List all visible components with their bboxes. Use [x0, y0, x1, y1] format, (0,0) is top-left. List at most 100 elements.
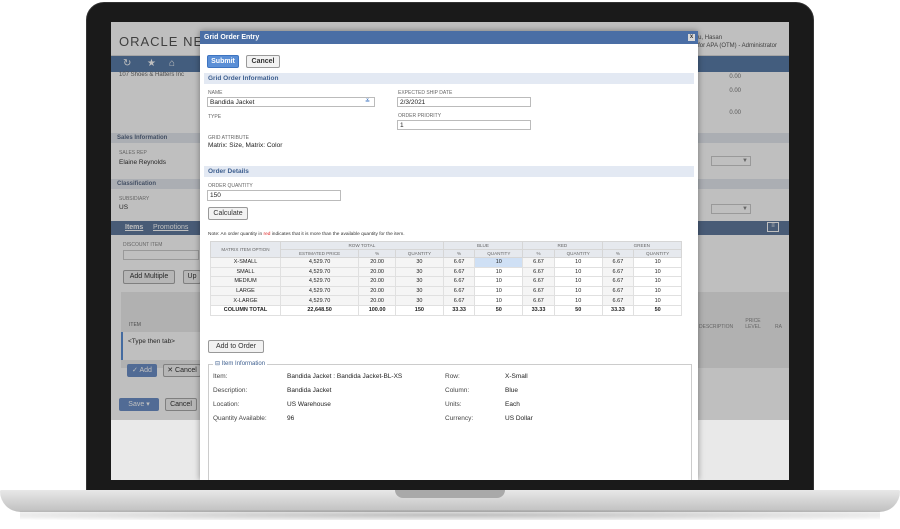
- chevron-double-down-icon[interactable]: ≚: [365, 98, 370, 106]
- order-priority-label: ORDER PRIORITY: [398, 113, 442, 119]
- quantity-input[interactable]: 10: [474, 285, 524, 297]
- quantity-input[interactable]: 10: [474, 266, 524, 278]
- description-label: Description:: [213, 387, 248, 394]
- dialog-title: Grid Order Entry: [204, 34, 260, 41]
- table-row: MEDIUM 4,529.70 20.00 30 6.67 10 6.67 10…: [210, 276, 682, 287]
- laptop-shadow: [20, 510, 880, 520]
- quantity-available-label: Quantity Available:: [213, 415, 267, 422]
- quantity-input[interactable]: 10: [553, 276, 603, 287]
- percent-cell: 6.67: [522, 295, 555, 306]
- close-icon[interactable]: x: [688, 34, 695, 41]
- item-value: Bandida Jacket : Bandida Jacket-BL-XS: [287, 373, 403, 380]
- percent-header: %: [601, 249, 635, 258]
- order-details-section: Order Details: [204, 166, 694, 177]
- quantity-note: Note: An order quantity in red indicates…: [208, 232, 405, 237]
- percent-cell: 6.67: [601, 295, 635, 306]
- matrix-option-cell: X-SMALL: [210, 257, 281, 268]
- percent-cell: 6.67: [522, 266, 555, 278]
- units-label: Units:: [445, 401, 462, 408]
- quantity-total: 150: [395, 304, 444, 316]
- percent-header: %: [442, 249, 476, 258]
- quantity-input[interactable]: 10: [553, 295, 603, 306]
- percent-cell: 6.67: [522, 276, 555, 287]
- name-value: Bandida Jacket: [210, 99, 255, 106]
- percent-cell: 6.67: [601, 257, 635, 268]
- percent-cell: 6.67: [601, 285, 635, 297]
- price-cell: 4,529.70: [279, 295, 360, 306]
- estimated-price-header: ESTIMATED PRICE: [279, 249, 360, 258]
- quantity-input[interactable]: 10: [474, 276, 524, 287]
- price-cell: 4,529.70: [279, 276, 360, 287]
- matrix-grid: MATRIX ITEM OPTION ROW TOTAL BLUE RED GR…: [210, 241, 683, 316]
- item-label: Item:: [213, 373, 228, 380]
- description-value: Bandida Jacket: [287, 387, 332, 394]
- screen: ORACLE NETS glu, Hasan y for APA (OTM) -…: [111, 22, 789, 480]
- item-information-panel: ⊟ Item Information Item: Bandida Jacket …: [208, 360, 692, 480]
- quantity-input[interactable]: 10: [633, 285, 682, 297]
- order-quantity-field[interactable]: 150: [207, 190, 341, 201]
- name-label: NAME: [208, 90, 223, 96]
- quantity-input[interactable]: 10: [633, 276, 682, 287]
- quantity-cell: 30: [395, 266, 444, 278]
- percent-header: %: [358, 249, 397, 258]
- green-header: GREEN: [601, 241, 683, 250]
- column-value: Blue: [505, 387, 519, 394]
- quantity-input[interactable]: 10: [633, 257, 682, 268]
- column-total-label: COLUMN TOTAL: [210, 304, 281, 316]
- table-row: X-LARGE 4,529.70 20.00 30 6.67 10 6.67 1…: [210, 295, 682, 306]
- collapse-icon: ⊟: [215, 361, 221, 367]
- percent-cell: 6.67: [442, 276, 476, 287]
- price-total: 22,648.50: [279, 304, 360, 316]
- percent-header: %: [522, 249, 555, 258]
- quantity-input[interactable]: 10: [553, 257, 603, 268]
- dialog-title-bar: Grid Order Entry x: [200, 31, 698, 44]
- quantity-input[interactable]: 10: [553, 285, 603, 297]
- units-value: Each: [505, 401, 520, 408]
- quantity-total: 50: [633, 304, 682, 316]
- percent-cell: 6.67: [522, 285, 555, 297]
- expected-ship-date-field[interactable]: 2/3/2021: [397, 97, 531, 107]
- matrix-option-cell: MEDIUM: [210, 276, 281, 287]
- submit-button[interactable]: Submit: [207, 55, 239, 68]
- percent-cell: 20.00: [358, 257, 397, 268]
- table-row: SMALL 4,529.70 20.00 30 6.67 10 6.67 10 …: [210, 266, 682, 278]
- quantity-input[interactable]: 10: [633, 295, 682, 306]
- percent-cell: 20.00: [358, 295, 397, 306]
- matrix-option-header: MATRIX ITEM OPTION: [210, 241, 281, 258]
- price-cell: 4,529.70: [279, 266, 360, 278]
- grid-attribute-label: GRID ATTRIBUTE: [208, 135, 250, 141]
- location-value: US Warehouse: [287, 401, 331, 408]
- percent-cell: 6.67: [442, 257, 476, 268]
- price-cell: 4,529.70: [279, 285, 360, 297]
- percent-cell: 20.00: [358, 266, 397, 278]
- row-total-header: ROW TOTAL: [280, 241, 444, 250]
- price-cell: 4,529.70: [279, 257, 360, 268]
- percent-cell: 6.67: [442, 295, 476, 306]
- note-suffix: indicates that it is more than the avail…: [270, 232, 405, 237]
- column-label: Column:: [445, 387, 470, 394]
- add-to-order-button[interactable]: Add to Order: [208, 340, 264, 353]
- name-field[interactable]: Bandida Jacket ≚: [207, 97, 375, 107]
- percent-cell: 6.67: [601, 276, 635, 287]
- quantity-header: QUANTITY: [474, 249, 524, 258]
- cancel-button[interactable]: Cancel: [246, 55, 280, 68]
- row-label: Row:: [445, 373, 460, 380]
- type-label: TYPE: [208, 114, 222, 120]
- order-priority-field[interactable]: 1: [397, 120, 531, 130]
- item-information-legend[interactable]: ⊟ Item Information: [213, 360, 268, 367]
- quantity-input[interactable]: 10: [474, 295, 524, 306]
- item-information-title: Item Information: [221, 361, 266, 367]
- location-label: Location:: [213, 401, 240, 408]
- percent-cell: 20.00: [358, 276, 397, 287]
- quantity-input[interactable]: 10: [553, 266, 603, 278]
- matrix-option-cell: LARGE: [210, 285, 281, 297]
- quantity-input[interactable]: 10: [633, 266, 682, 278]
- quantity-cell: 30: [395, 295, 444, 306]
- row-value: X-Small: [505, 373, 528, 380]
- quantity-input[interactable]: 10: [474, 257, 524, 268]
- table-row: X-SMALL 4,529.70 20.00 30 6.67 10 6.67 1…: [210, 257, 682, 268]
- calculate-button[interactable]: Calculate: [208, 207, 248, 220]
- percent-total: 100.00: [358, 304, 397, 316]
- table-row: LARGE 4,529.70 20.00 30 6.67 10 6.67 10 …: [210, 285, 682, 297]
- blue-header: BLUE: [442, 241, 524, 250]
